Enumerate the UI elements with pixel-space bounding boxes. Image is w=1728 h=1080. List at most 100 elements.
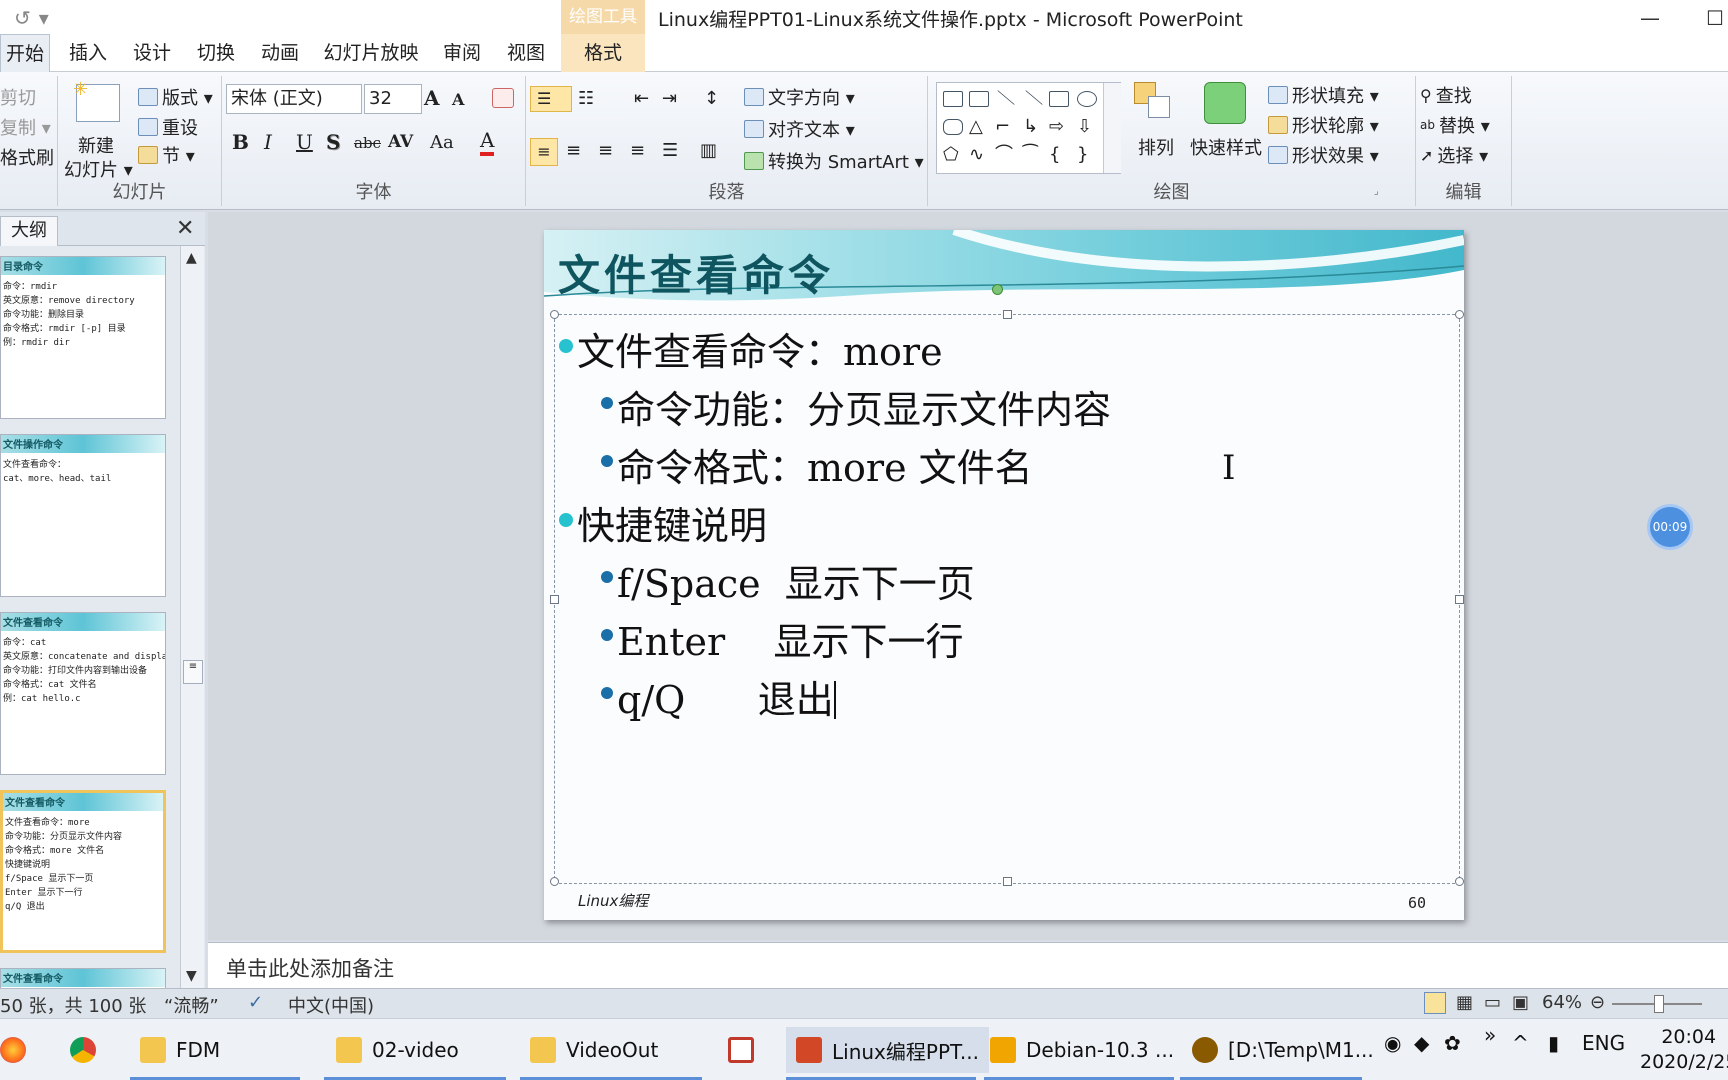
tray-overflow-icon[interactable]: » bbox=[1484, 1023, 1496, 1047]
right-brace-shape-icon[interactable]: } bbox=[1077, 146, 1097, 164]
bullet-level1[interactable]: 快捷键说明 bbox=[577, 495, 767, 550]
new-slide-icon[interactable]: ✳ bbox=[73, 79, 120, 122]
rectangle-shape-icon[interactable] bbox=[1049, 91, 1069, 107]
oval-shape-icon[interactable] bbox=[1077, 91, 1097, 107]
arrange-icon[interactable] bbox=[1134, 82, 1174, 124]
section-button[interactable]: 节 ▾ bbox=[138, 142, 195, 168]
convert-smartart-button[interactable]: 转换为 SmartArt ▾ bbox=[744, 148, 924, 174]
slides-pane-scrollbar[interactable]: ▲ ≡ ▼ bbox=[180, 246, 204, 988]
new-slide-button[interactable]: 新建 bbox=[78, 132, 114, 158]
font-color-button[interactable]: A bbox=[480, 128, 495, 156]
slide-thumbnail[interactable]: 文件查看命令 命令：cat 英文原意：concatenate and displ… bbox=[0, 612, 166, 775]
resize-handle[interactable] bbox=[1003, 877, 1012, 886]
resize-handle[interactable] bbox=[1455, 877, 1464, 886]
reading-view-icon[interactable]: ▭ bbox=[1484, 992, 1501, 1013]
numbering-icon[interactable]: ☷ bbox=[578, 88, 594, 109]
cut-button[interactable]: 剪切 bbox=[0, 84, 36, 110]
tray-app-icon[interactable]: ◉ bbox=[1384, 1031, 1401, 1055]
bullet-level2[interactable]: Enter 显示下一行 bbox=[617, 611, 963, 666]
tab-animations[interactable]: 动画 bbox=[254, 34, 306, 72]
zoom-level[interactable]: 64% bbox=[1542, 992, 1582, 1013]
arc-shape-icon[interactable]: ⌒ bbox=[995, 146, 1015, 164]
increase-indent-icon[interactable]: ⇥ bbox=[662, 88, 677, 109]
underline-button[interactable]: U bbox=[296, 130, 313, 154]
resize-handle[interactable] bbox=[1003, 310, 1012, 319]
elbow-arrow-shape-icon[interactable]: ↳ bbox=[1023, 118, 1043, 136]
firefox-taskbar-icon[interactable] bbox=[0, 1027, 26, 1073]
taskbar-item-powerpoint[interactable]: Linux编程PPT... bbox=[786, 1027, 989, 1073]
grow-font-button[interactable]: A bbox=[424, 86, 440, 110]
quick-styles-icon[interactable] bbox=[1204, 82, 1246, 124]
down-arrow-shape-icon[interactable]: ⇩ bbox=[1077, 118, 1097, 136]
shrink-font-button[interactable]: A bbox=[452, 90, 464, 109]
tab-review[interactable]: 审阅 bbox=[436, 34, 488, 72]
right-arrow-shape-icon[interactable]: ⇨ bbox=[1049, 118, 1069, 136]
tab-insert[interactable]: 插入 bbox=[62, 34, 114, 72]
shape-fill-button[interactable]: 形状填充 ▾ bbox=[1268, 82, 1379, 108]
tray-app-icon[interactable]: ◆ bbox=[1414, 1031, 1429, 1055]
align-left-button[interactable]: ≡ bbox=[530, 138, 558, 166]
resize-handle[interactable] bbox=[1455, 595, 1464, 604]
scroll-down-icon[interactable]: ▼ bbox=[186, 968, 197, 984]
slide-number[interactable]: 60 bbox=[1408, 894, 1426, 912]
align-text-button[interactable]: 对齐文本 ▾ bbox=[744, 116, 855, 142]
align-center-icon[interactable]: ≡ bbox=[566, 140, 581, 161]
quick-styles-button[interactable]: 快速样式 bbox=[1190, 134, 1262, 160]
zoom-out-icon[interactable]: ⊖ bbox=[1590, 992, 1605, 1013]
arrange-button[interactable]: 排列 bbox=[1138, 134, 1174, 160]
replace-button[interactable]: ab 替换 ▾ bbox=[1420, 112, 1490, 138]
find-button[interactable]: ⚲ 查找 bbox=[1420, 82, 1472, 108]
rotation-handle[interactable] bbox=[992, 284, 1003, 295]
columns-icon[interactable]: ▥ bbox=[700, 140, 717, 161]
decrease-indent-icon[interactable]: ⇤ bbox=[634, 88, 649, 109]
taskbar-item-videoout[interactable]: VideoOut bbox=[530, 1027, 658, 1073]
maximize-button[interactable]: ☐ bbox=[1706, 6, 1724, 30]
bullet-level2[interactable]: q/Q 退出 bbox=[617, 669, 836, 724]
line-spacing-icon[interactable]: ↕ bbox=[704, 88, 719, 109]
align-right-icon[interactable]: ≡ bbox=[598, 140, 613, 161]
triangle-shape-icon[interactable]: △ bbox=[969, 118, 989, 136]
tab-home[interactable]: 开始 bbox=[0, 34, 50, 72]
reset-button[interactable]: 重设 bbox=[138, 114, 198, 140]
zoom-slider-thumb[interactable] bbox=[1654, 995, 1664, 1013]
spellcheck-icon[interactable]: ✓ bbox=[248, 992, 263, 1013]
resize-handle[interactable] bbox=[550, 595, 559, 604]
minimize-button[interactable]: — bbox=[1640, 6, 1660, 30]
shape-effects-button[interactable]: 形状效果 ▾ bbox=[1268, 142, 1379, 168]
taskbar-item-02video[interactable]: 02-video bbox=[336, 1027, 459, 1073]
redo-icon[interactable]: ↺ bbox=[14, 6, 31, 30]
slide-footer[interactable]: Linux编程 bbox=[578, 890, 648, 911]
slide-title[interactable]: 文件查看命令 bbox=[558, 242, 834, 303]
customize-qat-icon[interactable]: ▾ bbox=[39, 6, 49, 30]
chrome-taskbar-icon[interactable] bbox=[70, 1027, 96, 1073]
shape-outline-button[interactable]: 形状轮廓 ▾ bbox=[1268, 112, 1379, 138]
scribble-shape-icon[interactable]: ∿ bbox=[969, 146, 989, 164]
slide-thumbnail[interactable]: 文件操作命令 文件查看命令： cat、more、head、tail bbox=[0, 434, 166, 597]
curve-shape-icon[interactable]: ⁀ bbox=[1023, 146, 1043, 164]
tab-view[interactable]: 视图 bbox=[500, 34, 552, 72]
distributed-icon[interactable]: ☰ bbox=[662, 140, 678, 161]
scroll-up-icon[interactable]: ▲ bbox=[186, 250, 197, 266]
select-button[interactable]: ➚ 选择 ▾ bbox=[1420, 142, 1488, 168]
microphone-icon[interactable]: ▮ bbox=[1548, 1031, 1559, 1055]
resize-handle[interactable] bbox=[550, 310, 559, 319]
arrow-shape-icon[interactable] bbox=[1025, 90, 1043, 105]
tab-design[interactable]: 设计 bbox=[126, 34, 178, 72]
bullet-level2[interactable]: 命令功能：分页显示文件内容 bbox=[617, 379, 1111, 434]
font-size-combo[interactable]: 32 bbox=[364, 84, 422, 114]
bullet-level1[interactable]: 文件查看命令：more bbox=[577, 321, 943, 376]
recorder-taskbar-icon[interactable] bbox=[728, 1027, 754, 1073]
format-painter-button[interactable]: 格式刷 bbox=[0, 144, 54, 170]
shadow-button[interactable]: S bbox=[326, 130, 340, 154]
language-indicator[interactable]: 中文(中国) bbox=[288, 992, 374, 1018]
normal-view-icon[interactable] bbox=[1424, 992, 1446, 1014]
vertical-textbox-shape-icon[interactable] bbox=[969, 91, 989, 107]
input-language[interactable]: ENG bbox=[1582, 1031, 1625, 1055]
close-pane-icon[interactable]: ✕ bbox=[176, 216, 194, 241]
bullet-level2[interactable]: f/Space 显示下一页 bbox=[617, 553, 975, 608]
scroll-thumb[interactable]: ≡ bbox=[183, 660, 203, 684]
freeform-shape-icon[interactable]: ⬠ bbox=[943, 146, 963, 164]
slide-sorter-icon[interactable]: ▦ bbox=[1456, 992, 1473, 1013]
slide-thumbnail[interactable]: 文件查看命令 bbox=[0, 968, 166, 988]
tray-app-icon[interactable]: ✿ bbox=[1444, 1031, 1461, 1055]
